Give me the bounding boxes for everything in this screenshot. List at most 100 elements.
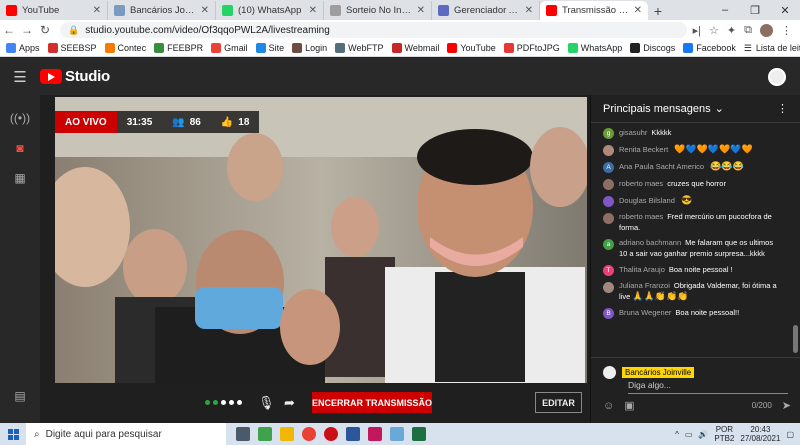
- chat-message[interactable]: a adriano bachmann Me falaram que os ultim…: [591, 236, 787, 262]
- chat-message[interactable]: g gisasuhr Kkkkk: [591, 125, 787, 142]
- extension-icon[interactable]: ✦: [727, 24, 736, 37]
- opera-icon[interactable]: [324, 427, 338, 441]
- url-input[interactable]: 🔒 studio.youtube.com/video/Of3qqoPWL2A/l…: [60, 22, 687, 38]
- bookmark-item[interactable]: Login: [292, 43, 327, 53]
- task-view-icon[interactable]: [236, 427, 250, 441]
- app-icon[interactable]: [368, 427, 382, 441]
- chat-scrollbar[interactable]: [793, 325, 798, 353]
- viewers-stat: 👥 86: [162, 111, 211, 133]
- cast-icon[interactable]: ▸|: [693, 24, 701, 37]
- chat-message[interactable]: Douglas Bilsland 😎: [591, 193, 787, 210]
- chat-message[interactable]: T Thalita Araujo Boa noite pessoal !: [591, 262, 787, 279]
- close-tab-icon[interactable]: ✕: [93, 5, 101, 16]
- bookmark-item[interactable]: WebFTP: [335, 43, 384, 53]
- notification-icon[interactable]: ▢: [786, 430, 794, 439]
- browser-tab[interactable]: Sorteio No Instagram ✕: [324, 1, 432, 20]
- bookmark-item[interactable]: PDFtoJPG: [503, 43, 560, 53]
- calendar-icon[interactable]: ▦: [0, 163, 40, 193]
- browser-tab[interactable]: Bancários Joinville – S ✕: [108, 1, 216, 20]
- chat-message[interactable]: roberto maes Fred mercúrio um pucocfora d…: [591, 210, 787, 236]
- bookmark-item[interactable]: Discogs: [630, 43, 675, 53]
- browser-tab[interactable]: Transmissão ao vi ✕: [540, 1, 648, 20]
- chat-emoji: 😎: [680, 195, 693, 205]
- close-tab-icon[interactable]: ✕: [634, 5, 642, 16]
- end-stream-button[interactable]: ENCERRAR TRANSMISSÃO: [312, 392, 432, 413]
- chat-avatar: T: [603, 265, 614, 276]
- chat-avatar: [603, 213, 614, 224]
- live-broadcast-icon[interactable]: ((•)): [0, 103, 40, 133]
- maximize-icon[interactable]: ❐: [740, 0, 770, 20]
- camera-icon[interactable]: ◙: [0, 133, 40, 163]
- chat-message[interactable]: A Ana Paula Sacht Americo 😂😂😂: [591, 159, 787, 176]
- file-explorer-icon[interactable]: [280, 427, 294, 441]
- app-icon[interactable]: [258, 427, 272, 441]
- taskbar-search-input[interactable]: ⌕ Digite aqui para pesquisar: [26, 423, 226, 445]
- feedback-icon[interactable]: ▤: [0, 381, 40, 411]
- account-avatar[interactable]: [768, 68, 786, 86]
- forward-icon[interactable]: →: [18, 23, 36, 37]
- bookmark-item[interactable]: Gmail: [211, 43, 248, 53]
- chat-mode-dropdown[interactable]: Principais mensagens ⌄: [603, 102, 724, 116]
- edit-button[interactable]: EDITAR: [535, 392, 582, 413]
- thumbs-up-icon: 👍: [220, 116, 234, 128]
- reload-icon[interactable]: ↻: [36, 23, 54, 37]
- profile-avatar[interactable]: [760, 23, 773, 37]
- back-icon[interactable]: ←: [0, 23, 18, 37]
- language-indicator[interactable]: POR PTB2: [714, 425, 734, 443]
- bookmark-item[interactable]: Webmail: [391, 43, 439, 53]
- super-sticker-icon[interactable]: ▣: [624, 399, 634, 412]
- excel-icon[interactable]: [412, 427, 426, 441]
- app-icon[interactable]: [390, 427, 404, 441]
- search-icon: ⌕: [34, 428, 40, 440]
- studio-sidebar: ((•)) ◙ ▦ ▤: [0, 95, 40, 423]
- chat-message[interactable]: Juliana Franzoi Obrigada Valdemar, foi ót…: [591, 279, 787, 305]
- bookmark-icon: [335, 43, 346, 53]
- chat-avatar: A: [603, 162, 614, 173]
- bookmark-item[interactable]: Facebook: [683, 43, 736, 53]
- hamburger-menu-icon[interactable]: ☰: [0, 68, 40, 86]
- page-icon: [330, 5, 341, 16]
- chat-message[interactable]: Renita Beckert 🧡💙🧡💙🧡💙🧡: [591, 142, 787, 159]
- studio-header: ☰ Studio: [0, 58, 800, 95]
- window-controls: – ❐ ✕: [710, 0, 800, 20]
- bookmark-item[interactable]: Apps: [6, 43, 40, 53]
- minimize-icon[interactable]: –: [710, 0, 740, 20]
- youtube-studio-logo[interactable]: Studio: [40, 68, 110, 85]
- share-icon[interactable]: ➦: [284, 395, 295, 411]
- chat-message-input[interactable]: Diga algo...: [628, 380, 788, 394]
- close-tab-icon[interactable]: ✕: [201, 5, 209, 16]
- browser-tab[interactable]: YouTube ✕: [0, 1, 108, 20]
- reading-list-button[interactable]: ☰ Lista de leitura: [744, 43, 800, 54]
- network-icon[interactable]: ▭: [685, 430, 693, 439]
- chat-avatar: [603, 196, 614, 207]
- word-icon[interactable]: [346, 427, 360, 441]
- taskbar-clock[interactable]: 20:43 27/08/2021: [740, 425, 780, 443]
- bookmark-item[interactable]: SEEBSP: [47, 43, 97, 53]
- bookmark-item[interactable]: YouTube: [447, 43, 496, 53]
- chat-message[interactable]: roberto maes cruzes que horror: [591, 176, 787, 193]
- microphone-icon[interactable]: 🎙: [258, 395, 275, 411]
- new-tab-button[interactable]: +: [648, 1, 668, 20]
- close-tab-icon[interactable]: ✕: [525, 5, 533, 16]
- chat-menu-kebab-icon[interactable]: ⋮: [777, 102, 788, 115]
- windows-start-icon[interactable]: [0, 428, 26, 440]
- volume-icon[interactable]: 🔊: [698, 430, 708, 439]
- chevron-up-icon[interactable]: ^: [675, 430, 679, 439]
- close-tab-icon[interactable]: ✕: [309, 5, 317, 16]
- bookmark-item[interactable]: Site: [255, 43, 284, 53]
- bookmark-item[interactable]: WhatsApp: [567, 43, 622, 53]
- menu-kebab-icon[interactable]: ⋮: [781, 24, 792, 37]
- chrome-icon[interactable]: [302, 427, 316, 441]
- close-window-icon[interactable]: ✕: [770, 0, 800, 20]
- send-icon[interactable]: ➤: [782, 399, 791, 412]
- chat-message[interactable]: B Bruna Wegener Boa noite pessoal!!: [591, 305, 787, 322]
- browser-tab[interactable]: (10) WhatsApp ✕: [216, 1, 324, 20]
- extensions-puzzle-icon[interactable]: ⧉: [744, 24, 752, 37]
- bookmark-item[interactable]: Contec: [104, 43, 146, 53]
- star-icon[interactable]: ☆: [709, 24, 719, 37]
- close-tab-icon[interactable]: ✕: [417, 5, 425, 16]
- browser-tab[interactable]: Gerenciador Administ ✕: [432, 1, 540, 20]
- bookmark-item[interactable]: FEEBPR: [154, 43, 203, 53]
- emoji-icon[interactable]: ☺: [603, 400, 614, 412]
- clock-time: 20:43: [750, 425, 771, 434]
